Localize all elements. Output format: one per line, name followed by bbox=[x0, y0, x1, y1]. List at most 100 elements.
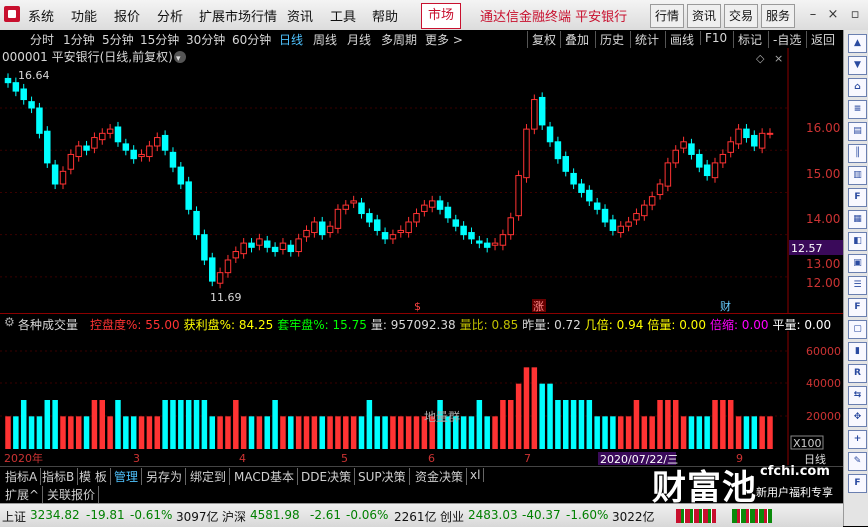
menu-quote[interactable]: 报价 bbox=[114, 6, 140, 25]
volume-bar[interactable] bbox=[327, 416, 333, 449]
volume-bar[interactable] bbox=[649, 416, 655, 449]
candle-body[interactable] bbox=[499, 234, 507, 246]
candle-body[interactable] bbox=[719, 153, 727, 164]
volume-bar[interactable] bbox=[350, 416, 357, 449]
candle-body[interactable] bbox=[381, 232, 389, 240]
candle-body[interactable] bbox=[656, 183, 664, 196]
volume-bar[interactable] bbox=[547, 383, 553, 449]
volume-bar[interactable] bbox=[610, 416, 616, 449]
candle-body[interactable] bbox=[523, 128, 530, 179]
volume-bar[interactable] bbox=[248, 416, 255, 449]
volume-bar[interactable] bbox=[751, 416, 758, 449]
candle-body[interactable] bbox=[452, 219, 460, 227]
table-icon[interactable]: ▤ bbox=[848, 122, 867, 141]
tab-macd[interactable]: MACD基本 bbox=[231, 468, 298, 485]
candle-body[interactable] bbox=[373, 219, 381, 231]
candle-body[interactable] bbox=[491, 242, 499, 246]
tab-xl[interactable]: xl bbox=[467, 468, 485, 482]
volume-bar[interactable] bbox=[617, 416, 624, 449]
candle-body[interactable] bbox=[334, 208, 342, 229]
period-monthly[interactable]: 月线 bbox=[347, 31, 371, 48]
candle-body[interactable] bbox=[531, 99, 538, 130]
menu-system[interactable]: 系统 bbox=[28, 6, 54, 25]
tab-indicator-a[interactable]: 指标A bbox=[2, 468, 42, 485]
close-icon[interactable]: × bbox=[824, 6, 842, 24]
candle-body[interactable] bbox=[4, 77, 12, 84]
candle-body[interactable] bbox=[641, 204, 648, 217]
candle-body[interactable] bbox=[295, 238, 302, 253]
candle-body[interactable] bbox=[342, 204, 350, 210]
candle-body[interactable] bbox=[578, 183, 585, 193]
info-button[interactable]: 资讯 bbox=[687, 4, 722, 28]
candle-body[interactable] bbox=[696, 153, 703, 168]
candle-body[interactable] bbox=[562, 156, 570, 172]
candle-body[interactable] bbox=[146, 145, 153, 158]
candle-body[interactable] bbox=[366, 213, 373, 223]
candle-body[interactable] bbox=[350, 200, 357, 204]
volume-bar[interactable] bbox=[390, 416, 396, 449]
remove-watchlist-button[interactable]: -自选 bbox=[768, 31, 801, 48]
tab-dde[interactable]: DDE决策 bbox=[298, 468, 356, 485]
candle-body[interactable] bbox=[664, 162, 672, 187]
candle-body[interactable] bbox=[99, 132, 106, 141]
candle-body[interactable] bbox=[586, 189, 593, 202]
f5-icon[interactable]: F bbox=[848, 298, 867, 317]
candle-body[interactable] bbox=[625, 221, 632, 227]
adjust-button[interactable]: 复权 bbox=[527, 31, 556, 48]
candle-body[interactable] bbox=[122, 143, 130, 151]
candle-body[interactable] bbox=[751, 134, 758, 147]
candle-body[interactable] bbox=[593, 202, 601, 210]
candle-body[interactable] bbox=[405, 221, 412, 234]
candle-body[interactable] bbox=[515, 175, 522, 217]
candle-body[interactable] bbox=[743, 128, 750, 139]
move-icon[interactable]: ✥ bbox=[848, 408, 867, 427]
candle-body[interactable] bbox=[161, 134, 169, 151]
volume-bar[interactable] bbox=[688, 416, 695, 449]
candle-body[interactable] bbox=[232, 251, 240, 259]
menu-news[interactable]: 资讯 bbox=[287, 6, 313, 25]
volume-bar[interactable] bbox=[123, 416, 129, 449]
volume-bar[interactable] bbox=[60, 416, 66, 449]
candle-body[interactable] bbox=[287, 244, 295, 253]
volume-bar[interactable] bbox=[280, 416, 286, 449]
volume-bar[interactable] bbox=[539, 383, 545, 449]
pen-icon[interactable]: ✎ bbox=[848, 452, 867, 471]
list-icon[interactable]: ☰ bbox=[848, 276, 867, 295]
index-sh-name[interactable]: 上证 bbox=[2, 508, 26, 525]
overlay-button[interactable]: 叠加 bbox=[560, 31, 589, 48]
volume-bar[interactable] bbox=[680, 416, 687, 449]
candle-body[interactable] bbox=[617, 225, 624, 234]
candle-body[interactable] bbox=[711, 162, 719, 179]
home-icon[interactable]: ⌂ bbox=[848, 78, 867, 97]
candle-body[interactable] bbox=[169, 151, 177, 168]
candle-body[interactable] bbox=[130, 149, 137, 160]
volume-bar[interactable] bbox=[657, 400, 663, 449]
volume-bar[interactable] bbox=[735, 416, 742, 449]
candle-body[interactable] bbox=[83, 145, 90, 151]
volume-bar[interactable] bbox=[704, 416, 710, 449]
candle-body[interactable] bbox=[554, 141, 562, 160]
diamond-icon[interactable]: ◇ bbox=[756, 52, 765, 65]
candle-body[interactable] bbox=[358, 202, 365, 215]
volume-bar[interactable] bbox=[523, 367, 530, 449]
tab-bind-to[interactable]: 绑定到 bbox=[187, 468, 231, 485]
candle-body[interactable] bbox=[546, 126, 554, 143]
candle-body[interactable] bbox=[389, 234, 397, 240]
volume-bar[interactable] bbox=[531, 367, 538, 449]
menu-tools[interactable]: 工具 bbox=[330, 6, 356, 25]
candle-body[interactable] bbox=[201, 234, 208, 261]
candle-body[interactable] bbox=[680, 141, 687, 149]
volume-bar[interactable] bbox=[201, 400, 208, 449]
volume-bar[interactable] bbox=[28, 416, 35, 449]
candle-body[interactable] bbox=[51, 164, 59, 185]
volume-bar[interactable] bbox=[107, 416, 113, 449]
volume-bar[interactable] bbox=[185, 400, 192, 449]
f10-icon[interactable]: F bbox=[848, 188, 867, 207]
back-button[interactable]: 返回 bbox=[806, 31, 835, 48]
volume-bar[interactable] bbox=[641, 416, 648, 449]
candle-body[interactable] bbox=[672, 149, 679, 164]
volume-bar[interactable] bbox=[727, 400, 734, 449]
candle-body[interactable] bbox=[476, 240, 483, 244]
index-cy-name[interactable]: 创业 bbox=[440, 508, 464, 525]
volume-bar[interactable] bbox=[319, 416, 325, 449]
